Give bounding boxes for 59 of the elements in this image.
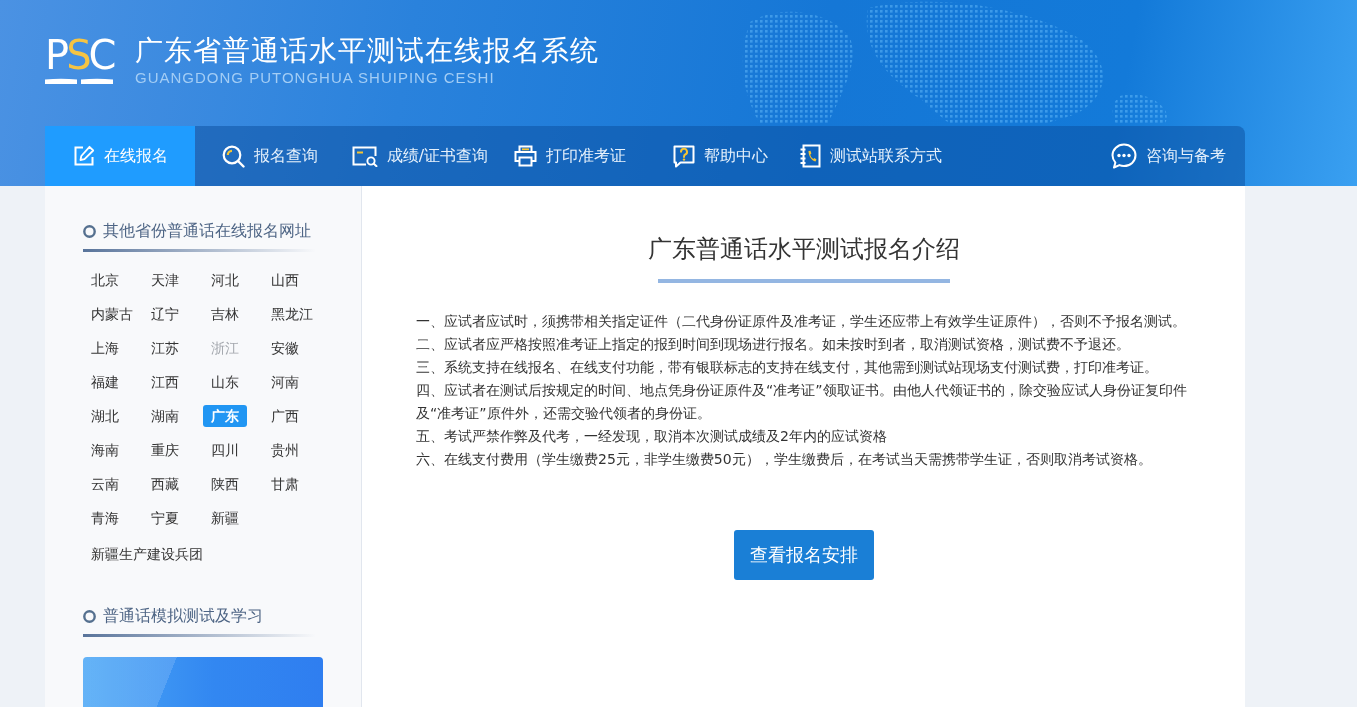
province-link[interactable]: 新疆生产建设兵团	[83, 543, 211, 565]
province-link[interactable]: 重庆	[143, 439, 187, 461]
site-subtitle: GUANGDONG PUTONGHUA SHUIPING CESHI	[135, 69, 496, 86]
rule-text: 三、系统支持在线报名、在线支付功能，带有银联标志的支持在线支付，其他需到测试站现场支付测试费，打印准考证。	[416, 358, 1159, 377]
province-link[interactable]: 西藏	[143, 473, 187, 495]
province-link[interactable]: 贵州	[263, 439, 307, 461]
logo-text: PSC	[45, 35, 114, 75]
province-link[interactable]: 黑龙江	[263, 303, 321, 325]
province-link[interactable]: 四川	[203, 439, 247, 461]
province-link[interactable]: 广西	[263, 405, 307, 427]
province-link[interactable]: 湖北	[83, 405, 127, 427]
book-pages-icon	[45, 78, 113, 84]
province-link[interactable]: 江苏	[143, 337, 187, 359]
ring-icon	[83, 609, 96, 623]
province-link[interactable]: 陕西	[203, 473, 247, 495]
edit-icon	[72, 145, 95, 167]
province-link[interactable]: 内蒙古	[83, 303, 141, 325]
nav-tab[interactable]: 报名查询	[195, 126, 345, 186]
phone-book-icon	[798, 144, 821, 168]
province-link[interactable]: 山东	[203, 371, 247, 393]
rule-text: 一、应试者应试时，须携带相关指定证件（二代身份证原件及准考证，学生还应带上有效学生证原件），否则不予报名测试。	[416, 312, 1187, 331]
search-icon	[222, 144, 245, 168]
province-link[interactable]: 云南	[83, 473, 127, 495]
province-link[interactable]: 河南	[263, 371, 307, 393]
section-title: 普通话模拟测试及学习	[103, 605, 263, 627]
card-search-icon	[351, 145, 378, 167]
site-title: 广东省普通话水平测试在线报名系统	[135, 35, 599, 67]
chat-icon	[1111, 143, 1137, 169]
province-link[interactable]: 新疆	[203, 507, 247, 529]
province-link[interactable]: 山西	[263, 269, 307, 291]
help-icon	[672, 144, 695, 168]
view-schedule-button[interactable]: 查看报名安排	[733, 530, 874, 580]
province-link[interactable]: 福建	[83, 371, 127, 393]
section-title: 其他省份普通话在线报名网址	[103, 220, 311, 242]
rule-text: 六、在线支付费用（学生缴费25元，非学生缴费50元），学生缴费后，在考试当天需携带学生证，否则取消考试资格。	[416, 450, 1153, 469]
province-link[interactable]: 青海	[83, 507, 127, 529]
province-link[interactable]: 安徽	[263, 337, 307, 359]
consult-link[interactable]: 咨询与备考	[1111, 126, 1226, 186]
province-link[interactable]: 江西	[143, 371, 187, 393]
province-link[interactable]: 海南	[83, 439, 127, 461]
province-link[interactable]: 上海	[83, 337, 127, 359]
province-link[interactable]: 吉林	[203, 303, 247, 325]
province-link[interactable]: 北京	[83, 269, 127, 291]
nav-tab[interactable]: 帮助中心	[645, 126, 795, 186]
nav-tab[interactable]: 测试站联系方式	[795, 126, 945, 186]
rule-text: 四、应试者在测试后按规定的时间、地点凭身份证原件及“准考证”领取证书。由他人代领证书的，除交验应试人身份证复印件及“准考证”原件外，还需交验代领者的身份证。	[416, 381, 1188, 423]
province-link[interactable]: 甘肃	[263, 473, 307, 495]
nav-tab[interactable]: 打印准考证	[495, 126, 645, 186]
nav-tab[interactable]: 成绩/证书查询	[345, 126, 495, 186]
province-link[interactable]: 天津	[143, 269, 187, 291]
ring-icon	[83, 224, 96, 238]
rule-text: 五、考试严禁作弊及代考，一经发现，取消本次测试成绩及2年内的应试资格	[416, 427, 888, 446]
page-title: 广东普通话水平测试报名介绍	[647, 234, 960, 265]
printer-icon	[514, 145, 537, 167]
province-link[interactable]: 辽宁	[143, 303, 187, 325]
province-link[interactable]: 河北	[203, 269, 247, 291]
province-link[interactable]: 湖南	[143, 405, 187, 427]
province-link[interactable]: 宁夏	[143, 507, 187, 529]
rule-text: 二、应试者应严格按照准考证上指定的报到时间到现场进行报名。如未按时到者，取消测试资格，测试费不予退还。	[416, 335, 1131, 354]
